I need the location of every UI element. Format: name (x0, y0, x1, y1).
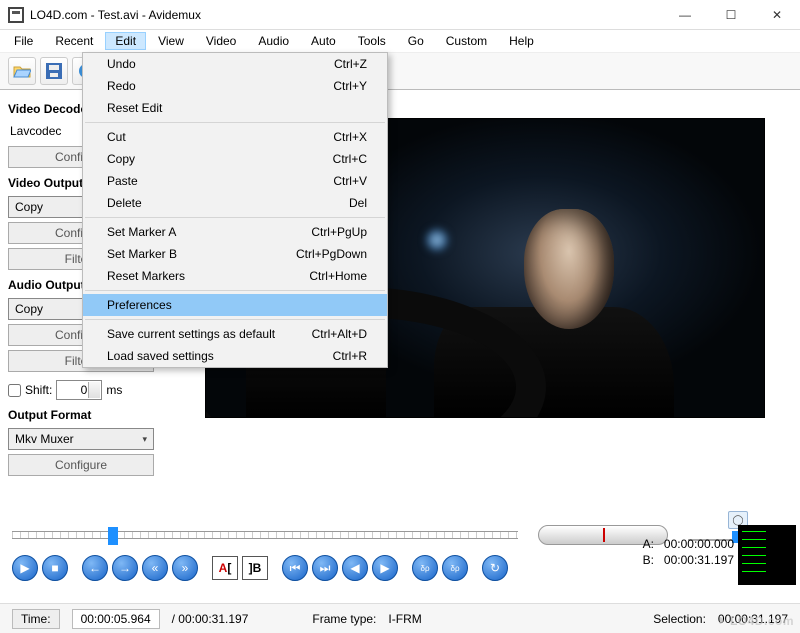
output-format-label: Output Format (8, 408, 162, 422)
menu-auto[interactable]: Auto (301, 32, 346, 50)
goto-b-icon: ⏭ (320, 561, 331, 576)
prev-keyframe-button[interactable]: « (142, 555, 168, 581)
prev-cut-icon: ◀ (350, 561, 359, 575)
output-format-configure-button[interactable]: Configure (8, 454, 154, 476)
menu-tools[interactable]: Tools (348, 32, 396, 50)
goto-marker-a-button[interactable]: ⏮ (282, 555, 308, 581)
a-label: A: (643, 537, 654, 551)
set-marker-a-button[interactable]: A[ (212, 556, 238, 580)
duration: / 00:00:31.197 (172, 612, 249, 626)
video-output-value: Copy (15, 200, 43, 214)
goto-a-icon: ⏮ (290, 561, 301, 576)
shift-checkbox[interactable] (8, 384, 21, 397)
prev-black-icon: δρ (420, 564, 429, 573)
floppy-icon (46, 63, 62, 79)
audio-thumbnail (738, 525, 796, 585)
folder-open-icon (13, 64, 31, 78)
next-icon: → (119, 561, 131, 575)
prev-icon: ← (89, 561, 101, 575)
open-file-button[interactable] (8, 57, 36, 85)
shift-spinbox[interactable]: 0 (56, 380, 102, 400)
set-marker-b-button[interactable]: ]B (242, 556, 268, 580)
menu-item-redo[interactable]: RedoCtrl+Y (83, 75, 387, 97)
shift-value: 0 (81, 383, 88, 397)
loop-icon: ↻ (490, 561, 500, 575)
timeline-playhead[interactable] (108, 527, 118, 545)
status-bar: Time: 00:00:05.964 / 00:00:31.197 Frame … (0, 603, 800, 633)
close-button[interactable]: ✕ (754, 0, 800, 30)
frame-type-value: I-FRM (388, 612, 421, 626)
frame-type-label: Frame type: (312, 612, 376, 626)
next-keyframe-button[interactable]: » (172, 555, 198, 581)
time-value[interactable]: 00:00:05.964 (72, 609, 160, 629)
edit-menu-dropdown: UndoCtrl+Z RedoCtrl+Y Reset Edit CutCtrl… (82, 52, 388, 368)
maximize-button[interactable]: ☐ (708, 0, 754, 30)
b-timecode: 00:00:31.197 (664, 553, 734, 567)
menu-video[interactable]: Video (196, 32, 246, 50)
next-black-button[interactable]: δρ (442, 555, 468, 581)
audio-output-value: Copy (15, 302, 43, 316)
window-title: LO4D.com - Test.avi - Avidemux (30, 8, 662, 22)
prev-frame-button[interactable]: ← (82, 555, 108, 581)
menu-item-cut[interactable]: CutCtrl+X (83, 126, 387, 148)
menu-item-paste[interactable]: PasteCtrl+V (83, 170, 387, 192)
stop-icon: ■ (51, 561, 58, 575)
shift-label: Shift: (25, 383, 52, 397)
ab-timecodes: A: 00:00:00.000 B: 00:00:31.197 (643, 535, 734, 567)
output-format-select[interactable]: Mkv Muxer ▾ (8, 428, 154, 450)
menubar: File Recent Edit View Video Audio Auto T… (0, 30, 800, 52)
goto-marker-b-button[interactable]: ⏭ (312, 555, 338, 581)
menu-view[interactable]: View (148, 32, 194, 50)
a-timecode: 00:00:00.000 (664, 537, 734, 551)
selection-value: 00:00:31.197 (718, 612, 788, 626)
menu-item-load-saved[interactable]: Load saved settingsCtrl+R (83, 345, 387, 367)
next-black-icon: δρ (450, 564, 459, 573)
chevron-down-icon: ▾ (142, 434, 147, 445)
next-key-icon: » (182, 561, 189, 575)
menu-audio[interactable]: Audio (248, 32, 299, 50)
selection-label: Selection: (653, 612, 706, 626)
prev-cut-button[interactable]: ◀ (342, 555, 368, 581)
menu-item-save-default[interactable]: Save current settings as defaultCtrl+Alt… (83, 323, 387, 345)
play-button[interactable]: ▶ (12, 555, 38, 581)
b-label: B: (643, 553, 654, 567)
next-cut-icon: ▶ (380, 561, 389, 575)
menu-item-undo[interactable]: UndoCtrl+Z (83, 53, 387, 75)
titlebar: LO4D.com - Test.avi - Avidemux — ☐ ✕ (0, 0, 800, 30)
next-frame-button[interactable]: → (112, 555, 138, 581)
stop-button[interactable]: ■ (42, 555, 68, 581)
menu-recent[interactable]: Recent (45, 32, 103, 50)
menu-item-set-marker-b[interactable]: Set Marker BCtrl+PgDown (83, 243, 387, 265)
prev-black-button[interactable]: δρ (412, 555, 438, 581)
time-label: Time: (12, 609, 60, 629)
menu-item-delete[interactable]: DeleteDel (83, 192, 387, 214)
menu-edit[interactable]: Edit (105, 32, 146, 50)
output-format-value: Mkv Muxer (15, 432, 74, 446)
menu-item-copy[interactable]: CopyCtrl+C (83, 148, 387, 170)
app-icon (8, 7, 24, 23)
play-icon: ▶ (20, 561, 29, 575)
menu-item-set-marker-a[interactable]: Set Marker ACtrl+PgUp (83, 221, 387, 243)
menu-item-reset-markers[interactable]: Reset MarkersCtrl+Home (83, 265, 387, 287)
shift-unit: ms (106, 383, 122, 397)
prev-key-icon: « (152, 561, 159, 575)
menu-help[interactable]: Help (499, 32, 544, 50)
minimize-button[interactable]: — (662, 0, 708, 30)
next-cut-button[interactable]: ▶ (372, 555, 398, 581)
menu-go[interactable]: Go (398, 32, 434, 50)
menu-file[interactable]: File (4, 32, 43, 50)
menu-custom[interactable]: Custom (436, 32, 497, 50)
timeline-track[interactable] (12, 531, 518, 539)
menu-item-reset-edit[interactable]: Reset Edit (83, 97, 387, 119)
loop-button[interactable]: ↻ (482, 555, 508, 581)
menu-item-preferences[interactable]: Preferences (83, 294, 387, 316)
save-file-button[interactable] (40, 57, 68, 85)
